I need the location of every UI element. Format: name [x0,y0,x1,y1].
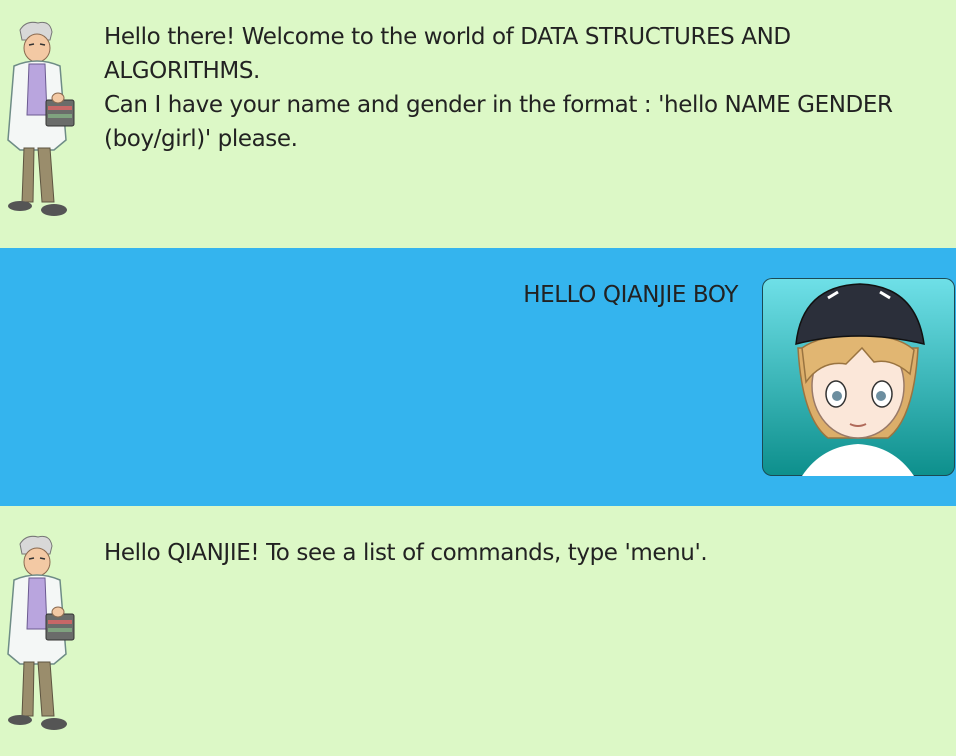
bot-message-text: Hello there! Welcome to the world of DAT… [104,24,893,152]
user-message-row: HELLO QIANJIE BOY [0,248,956,506]
professor-avatar-icon [7,21,75,216]
chat-window: Hello there! Welcome to the world of DAT… [0,0,956,756]
bot-message-row: Hello QIANJIE! To see a list of commands… [0,506,956,756]
professor-avatar-icon [7,535,75,730]
bot-message-row: Hello there! Welcome to the world of DAT… [0,0,956,248]
user-message-text: HELLO QIANJIE BOY [523,282,738,308]
trainer-avatar-icon [762,278,955,476]
bot-message-text: Hello QIANJIE! To see a list of commands… [104,540,708,566]
